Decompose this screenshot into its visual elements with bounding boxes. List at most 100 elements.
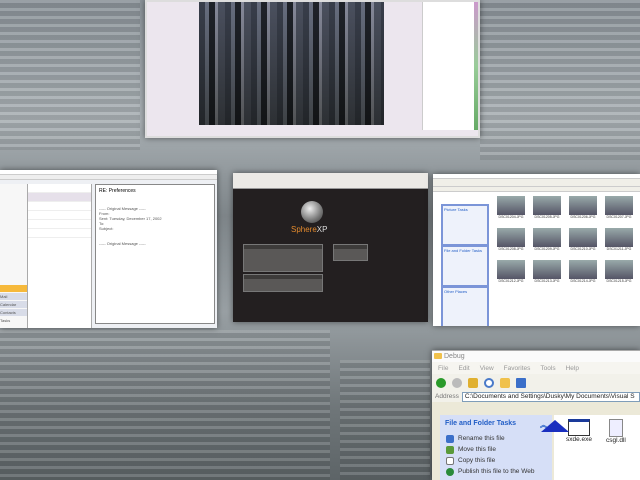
- navigation-pane: Mail Calendar Contacts Tasks: [0, 184, 28, 328]
- photo-explorer-window[interactable]: Picture Tasks File and Folder Tasks Othe…: [433, 174, 640, 326]
- thumbnail-image: [605, 228, 633, 247]
- message-row[interactable]: [28, 184, 91, 193]
- thumbnail-image: [497, 196, 525, 215]
- outlook-window[interactable]: Mail Calendar Contacts Tasks RE: Prefere…: [0, 170, 217, 328]
- image-viewer-window[interactable]: [145, 0, 480, 138]
- thumbnail-image: [497, 260, 525, 279]
- thumbnail[interactable]: DSC01206.JPG: [567, 196, 599, 224]
- thumbnail-caption: DSC01214.JPG: [570, 279, 596, 283]
- task-move[interactable]: Move this file: [442, 444, 550, 455]
- thumbnail-image: [605, 260, 633, 279]
- thumbnail-image: [533, 196, 561, 215]
- thumbnail-caption: DSC01205.JPG: [534, 215, 560, 219]
- address-input[interactable]: C:\Documents and Settings\Dusky\My Docum…: [461, 391, 640, 402]
- thumbnail[interactable]: DSC01205.JPG: [531, 196, 563, 224]
- globe-icon: [446, 467, 454, 476]
- message-row[interactable]: [28, 220, 91, 229]
- task-pane: Picture Tasks File and Folder Tasks Othe…: [441, 204, 489, 326]
- thumbnail[interactable]: DSC01209.JPG: [531, 228, 563, 256]
- thumbnail[interactable]: DSC01213.JPG: [531, 260, 563, 288]
- back-icon[interactable]: [436, 377, 446, 388]
- menu-bar[interactable]: [0, 175, 217, 180]
- thumbnail-image: [497, 228, 525, 247]
- thumbnail-caption: DSC01209.JPG: [534, 247, 560, 251]
- thumbnail-caption: DSC01215.JPG: [606, 279, 632, 283]
- task-publish[interactable]: Publish this file to the Web: [442, 466, 550, 477]
- thumbnail[interactable]: DSC01208.JPG: [495, 228, 527, 256]
- task-copy[interactable]: Copy this file: [442, 455, 550, 466]
- menu-edit[interactable]: Edit: [458, 365, 469, 374]
- file-folder-tasks-pane: File and Folder Tasks ︽ Rename this file …: [440, 415, 552, 480]
- thumbnail[interactable]: DSC01214.JPG: [567, 260, 599, 288]
- thumbnail[interactable]: DSC01210.JPG: [567, 228, 599, 256]
- thumbnail-image: [605, 196, 633, 215]
- message-row[interactable]: [28, 202, 91, 211]
- toolbar: [432, 374, 640, 391]
- thumbnail-image: [569, 196, 597, 215]
- menu-favorites[interactable]: Favorites: [504, 365, 531, 374]
- side-panel: [333, 244, 368, 261]
- reading-pane: RE: Preferences ----- Original Message -…: [95, 184, 215, 324]
- search-icon[interactable]: [484, 377, 494, 388]
- nav-mail-button[interactable]: Mail: [0, 285, 27, 299]
- color-strip: [474, 2, 478, 130]
- thumbnail[interactable]: DSC01211.JPG: [603, 228, 635, 256]
- address-bar: Address C:\Documents and Settings\Dusky\…: [432, 391, 640, 402]
- up-folder-icon[interactable]: [468, 377, 478, 388]
- background-building: [0, 330, 330, 480]
- views-icon[interactable]: [516, 377, 526, 388]
- nav-contacts-button[interactable]: Contacts: [0, 301, 27, 315]
- nav-calendar-button[interactable]: Calendar: [0, 293, 27, 307]
- content-panel: [243, 244, 323, 272]
- message-list[interactable]: [28, 184, 92, 328]
- thumbnail-caption: DSC01204.JPG: [498, 215, 524, 219]
- thumbnail[interactable]: DSC01215.JPG: [603, 260, 635, 288]
- file-csgl-dll[interactable]: csgl.dll: [606, 419, 626, 444]
- browser-window[interactable]: SphereXP: [233, 173, 428, 322]
- spherexp-logo: SphereXP: [291, 225, 328, 234]
- thumbnail-caption: DSC01208.JPG: [498, 247, 524, 251]
- folder-icon: [434, 353, 442, 359]
- thumbnail-caption: DSC01206.JPG: [570, 215, 596, 219]
- menu-view[interactable]: View: [480, 365, 494, 374]
- thumbnail-grid: DSC01204.JPG DSC01205.JPG DSC01206.JPG DSC0…: [495, 196, 637, 288]
- exe-icon: [568, 419, 591, 436]
- message-row[interactable]: [28, 211, 91, 220]
- file-sxde-exe[interactable]: sxde.exe: [566, 419, 592, 443]
- browser-toolbar[interactable]: [233, 173, 428, 189]
- menu-help[interactable]: Help: [566, 365, 579, 374]
- thumbnail-caption: DSC01207.JPG: [606, 215, 632, 219]
- sphere-logo-icon: [301, 201, 323, 223]
- dll-icon: [608, 419, 623, 437]
- thumbnail[interactable]: DSC01204.JPG: [495, 196, 527, 224]
- thumbnail-caption: DSC01212.JPG: [498, 279, 524, 283]
- thumbnail-image: [533, 228, 561, 247]
- thumbnail[interactable]: DSC01212.JPG: [495, 260, 527, 288]
- menu-file[interactable]: File: [438, 365, 448, 374]
- folders-icon[interactable]: [500, 377, 510, 388]
- menu-tools[interactable]: Tools: [540, 365, 555, 374]
- forward-icon[interactable]: [452, 377, 462, 388]
- thumbnail-caption: DSC01211.JPG: [606, 247, 632, 251]
- menu-bar: File Edit View Favorites Tools Help: [432, 362, 640, 374]
- sphere-cursor-icon: [541, 420, 569, 432]
- copy-icon: [446, 456, 454, 465]
- rename-icon: [446, 434, 454, 443]
- message-row[interactable]: [28, 229, 91, 238]
- thumbnail[interactable]: DSC01207.JPG: [603, 196, 635, 224]
- thumbnail-image: [569, 228, 597, 247]
- move-icon: [446, 445, 454, 454]
- news-panel: [243, 274, 323, 292]
- thumbnail-image: [569, 260, 597, 279]
- task-rename[interactable]: Rename this file: [442, 433, 550, 444]
- message-row[interactable]: [28, 193, 91, 202]
- debug-explorer-window[interactable]: Debug File Edit View Favorites Tools Hel…: [432, 350, 640, 480]
- title-bar[interactable]: Debug: [432, 351, 640, 362]
- thumbnail-caption: DSC01210.JPG: [570, 247, 596, 251]
- background-building: [480, 0, 640, 160]
- thumbnail-caption: DSC01213.JPG: [534, 279, 560, 283]
- address-bar[interactable]: [433, 187, 640, 192]
- toolbar[interactable]: [433, 179, 640, 187]
- thumbnail-image: [533, 260, 561, 279]
- background-building: [0, 0, 140, 150]
